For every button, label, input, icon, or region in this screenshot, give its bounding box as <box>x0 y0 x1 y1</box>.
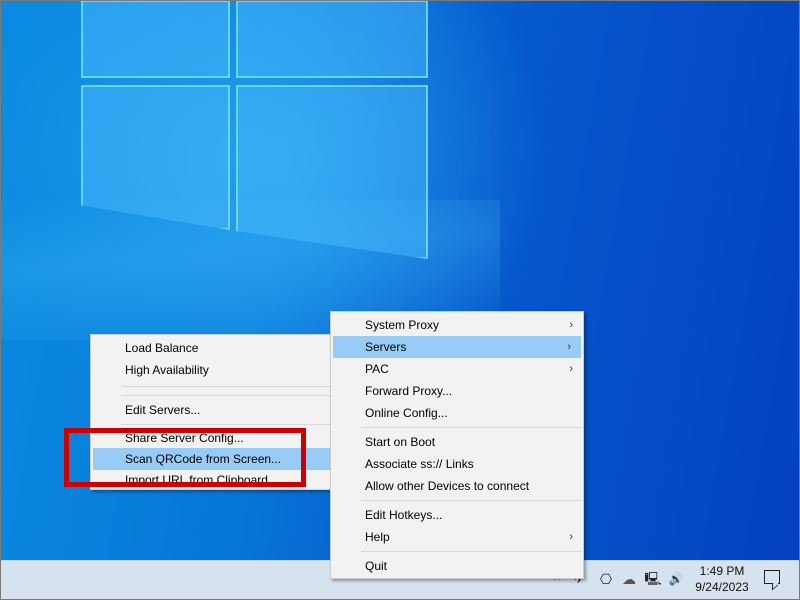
menu-item-servers[interactable]: Servers › <box>333 336 581 358</box>
chevron-right-icon: › <box>569 319 573 331</box>
menu-item-system-proxy[interactable]: System Proxy › <box>331 314 583 336</box>
menu-item-start-on-boot[interactable]: Start on Boot <box>331 431 583 453</box>
clock-date: 9/24/2023 <box>695 580 749 594</box>
wallpaper-window-pane-bottom-right <box>236 85 428 259</box>
notification-center-icon[interactable] <box>764 570 780 584</box>
menu-item-label: System Proxy <box>365 318 440 332</box>
menu-item-load-balance[interactable]: Load Balance <box>91 337 333 359</box>
menu-separator <box>361 500 581 501</box>
menu-item-label: PAC <box>365 362 389 376</box>
menu-separator <box>361 551 581 552</box>
chevron-right-icon: › <box>569 363 573 375</box>
wallpaper-window-pane-top-right <box>236 0 428 78</box>
menu-item-label: Help <box>365 530 390 544</box>
menu-item-associate-links[interactable]: Associate ss:// Links <box>331 453 583 475</box>
chevron-right-icon: › <box>569 531 573 543</box>
menu-item-edit-hotkeys[interactable]: Edit Hotkeys... <box>331 504 583 526</box>
menu-separator <box>121 386 331 387</box>
meet-now-icon[interactable]: ⎔ <box>597 568 615 590</box>
menu-separator <box>121 395 331 396</box>
volume-icon[interactable]: 🔊 <box>667 568 685 590</box>
annotation-highlight-box <box>64 428 306 487</box>
menu-item-online-config[interactable]: Online Config... <box>331 402 583 424</box>
menu-item-high-availability[interactable]: High Availability <box>91 359 333 381</box>
wallpaper-window-pane-top-left <box>81 0 230 78</box>
menu-item-label: Servers <box>365 340 407 354</box>
menu-item-pac[interactable]: PAC › <box>331 358 583 380</box>
network-icon[interactable]: 🖳 <box>644 568 662 590</box>
wallpaper-window-pane-bottom-left <box>81 85 230 230</box>
menu-item-allow-other-devices[interactable]: Allow other Devices to connect <box>331 475 583 497</box>
tray-context-menu: System Proxy › Servers › PAC › Forward P… <box>330 311 584 579</box>
onedrive-icon[interactable]: ☁ <box>620 568 638 590</box>
menu-item-edit-servers[interactable]: Edit Servers... <box>91 399 333 421</box>
menu-item-forward-proxy[interactable]: Forward Proxy... <box>331 380 583 402</box>
clock-time: 1:49 PM <box>699 564 745 578</box>
menu-separator <box>121 424 331 425</box>
chevron-right-icon: › <box>567 341 571 353</box>
menu-item-quit[interactable]: Quit <box>331 555 583 577</box>
menu-item-help[interactable]: Help › <box>331 526 583 548</box>
menu-separator <box>361 427 581 428</box>
taskbar-clock[interactable]: 1:49 PM 9/24/2023 <box>690 563 754 595</box>
